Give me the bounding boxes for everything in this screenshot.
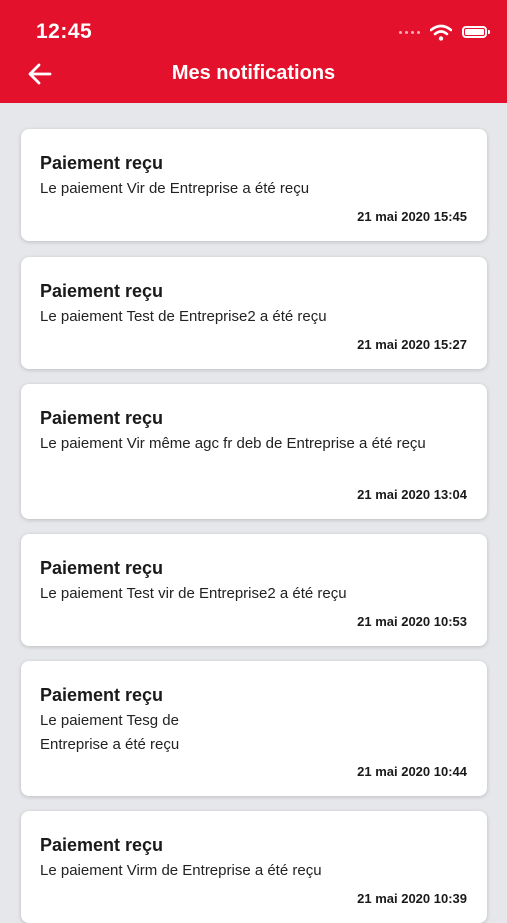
notification-message: Le paiement Vir même agc fr deb de Entre… [40, 435, 426, 452]
status-bar: 12:45 [0, 0, 507, 60]
notification-title: Paiement reçu [40, 685, 164, 705]
notification-message: Le paiement Tesg de Entreprise a été reç… [40, 712, 180, 753]
notification-message: Le paiement Vir de Entreprise a été reçu [40, 180, 310, 197]
notification-card[interactable]: Paiement reçu Le paiement Test de Entrep… [21, 257, 487, 369]
status-icons [399, 22, 490, 42]
notification-message: Le paiement Virm de Entreprise a été reç… [40, 862, 322, 879]
notification-title: Paiement reçu [40, 153, 164, 173]
notification-title: Paiement reçu [40, 281, 164, 301]
notification-card[interactable]: Paiement reçu Le paiement Test vir de En… [21, 534, 487, 646]
battery-icon [462, 26, 490, 38]
notification-message: Le paiement Test vir de Entreprise2 a ét… [40, 585, 347, 602]
wifi-icon [430, 24, 452, 41]
notification-message: Le paiement Test de Entreprise2 a été re… [40, 308, 327, 325]
status-time: 12:45 [36, 20, 93, 43]
notification-title: Paiement reçu [40, 835, 164, 855]
notification-date: 21 mai 2020 10:53 [357, 614, 467, 629]
notification-date: 21 mai 2020 10:44 [357, 764, 467, 779]
notification-date: 21 mai 2020 15:27 [357, 337, 467, 352]
notification-title: Paiement reçu [40, 558, 164, 578]
app-header: 12:45 Mes notifications [0, 0, 507, 103]
notification-card[interactable]: Paiement reçu Le paiement Tesg de Entrep… [21, 661, 487, 796]
notification-card[interactable]: Paiement reçu Le paiement Vir même agc f… [21, 384, 487, 519]
notification-date: 21 mai 2020 13:04 [357, 487, 467, 502]
notification-date: 21 mai 2020 10:39 [357, 891, 467, 906]
page-title: Mes notifications [171, 62, 336, 84]
notification-card[interactable]: Paiement reçu Le paiement Virm de Entrep… [21, 811, 487, 923]
notification-card[interactable]: Paiement reçu Le paiement Vir de Entrepr… [21, 129, 487, 241]
notification-date: 21 mai 2020 15:45 [357, 209, 467, 224]
notification-title: Paiement reçu [40, 408, 164, 428]
signal-dots-icon [399, 30, 420, 34]
